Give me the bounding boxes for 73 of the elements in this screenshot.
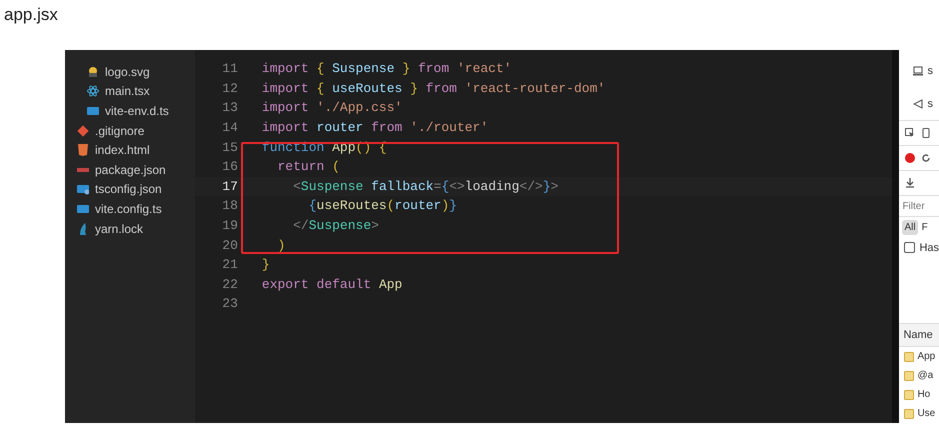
line-number: 14 (221, 120, 238, 136)
file-item[interactable]: logo.svg (65, 62, 195, 82)
reload-icon[interactable] (921, 153, 932, 163)
checkbox-label: Has (919, 242, 939, 254)
line-number: 22 (221, 276, 238, 292)
page-heading: app.jsx (3, 4, 59, 26)
file-name: .gitignore (95, 124, 144, 138)
file-item[interactable]: tsconfig.json (65, 180, 195, 200)
line-number: 17 (221, 178, 238, 194)
file-icon (904, 370, 914, 380)
line-number: 15 (221, 140, 238, 155)
request-name[interactable]: @a (917, 370, 934, 381)
file-name: index.html (95, 143, 150, 158)
code-line: import { Suspense } from 'react' (262, 61, 512, 76)
line-number: 12 (221, 80, 238, 96)
file-name: main.tsx (105, 84, 150, 98)
request-name[interactable]: App (917, 351, 936, 362)
column-header: Name (899, 323, 939, 347)
image-file-icon (87, 66, 99, 78)
file-name: yarn.lock (95, 222, 144, 236)
record-button[interactable] (905, 153, 916, 163)
file-item[interactable]: .gitignore (65, 120, 195, 140)
line-number: 21 (221, 257, 238, 272)
file-name: tsconfig.json (95, 182, 162, 196)
file-icon (904, 352, 914, 362)
typescript-file-icon (77, 202, 89, 215)
line-number: 16 (221, 159, 238, 174)
line-number: 11 (221, 61, 238, 76)
file-item[interactable]: vite-env.d.ts (65, 101, 195, 121)
file-icon (904, 390, 914, 400)
file-item[interactable]: vite.config.ts (65, 199, 195, 219)
request-name[interactable]: Ho (917, 389, 930, 400)
line-number: 19 (221, 218, 238, 234)
file-icon (904, 408, 914, 418)
line-number: 13 (221, 100, 238, 116)
file-name: logo.svg (105, 64, 150, 79)
panel-item-label[interactable]: s (927, 98, 933, 110)
git-icon (77, 124, 89, 137)
code-line: } (262, 257, 270, 272)
code-line: import router from './router' (262, 120, 488, 136)
file-item[interactable]: main.tsx (65, 82, 195, 102)
request-name[interactable]: Use (917, 408, 936, 419)
inspect-icon[interactable] (905, 128, 916, 138)
device-icon[interactable] (921, 128, 932, 138)
atom-icon (87, 85, 99, 98)
file-item[interactable]: index.html (65, 140, 195, 160)
typescript-file-icon (87, 104, 99, 117)
type-filter-tab[interactable]: All (902, 220, 918, 235)
send-icon (913, 98, 924, 108)
code-line: {useRoutes(router)} (308, 198, 457, 214)
checkbox[interactable] (904, 242, 916, 253)
laptop-icon (913, 66, 924, 76)
code-line: ) (276, 238, 286, 253)
code-line: export default App (262, 276, 402, 292)
type-filter-tab[interactable]: F (920, 220, 930, 235)
line-number: 18 (221, 198, 238, 214)
code-line: </Suspense> (292, 218, 379, 234)
file-item[interactable]: yarn.lock (65, 218, 195, 238)
line-number: 23 (221, 296, 238, 312)
code-line: import './App.css' (262, 100, 402, 116)
code-line: import { useRoutes } from 'react-router-dom' (262, 80, 606, 96)
line-number: 20 (221, 238, 238, 253)
file-name: package.json (95, 162, 166, 177)
filter-field[interactable]: Filter (899, 195, 939, 217)
code-line: return ( (276, 159, 340, 174)
file-item[interactable]: package.json (65, 160, 195, 180)
html-file-icon (77, 144, 89, 156)
typescript-file-icon (77, 183, 89, 196)
file-name: vite-env.d.ts (105, 104, 169, 118)
download-icon[interactable] (905, 178, 916, 188)
panel-item-label[interactable]: s (927, 64, 933, 76)
file-name: vite.config.ts (95, 202, 162, 216)
code-line: <Suspense fallback={<>loading</>}> (292, 178, 558, 194)
